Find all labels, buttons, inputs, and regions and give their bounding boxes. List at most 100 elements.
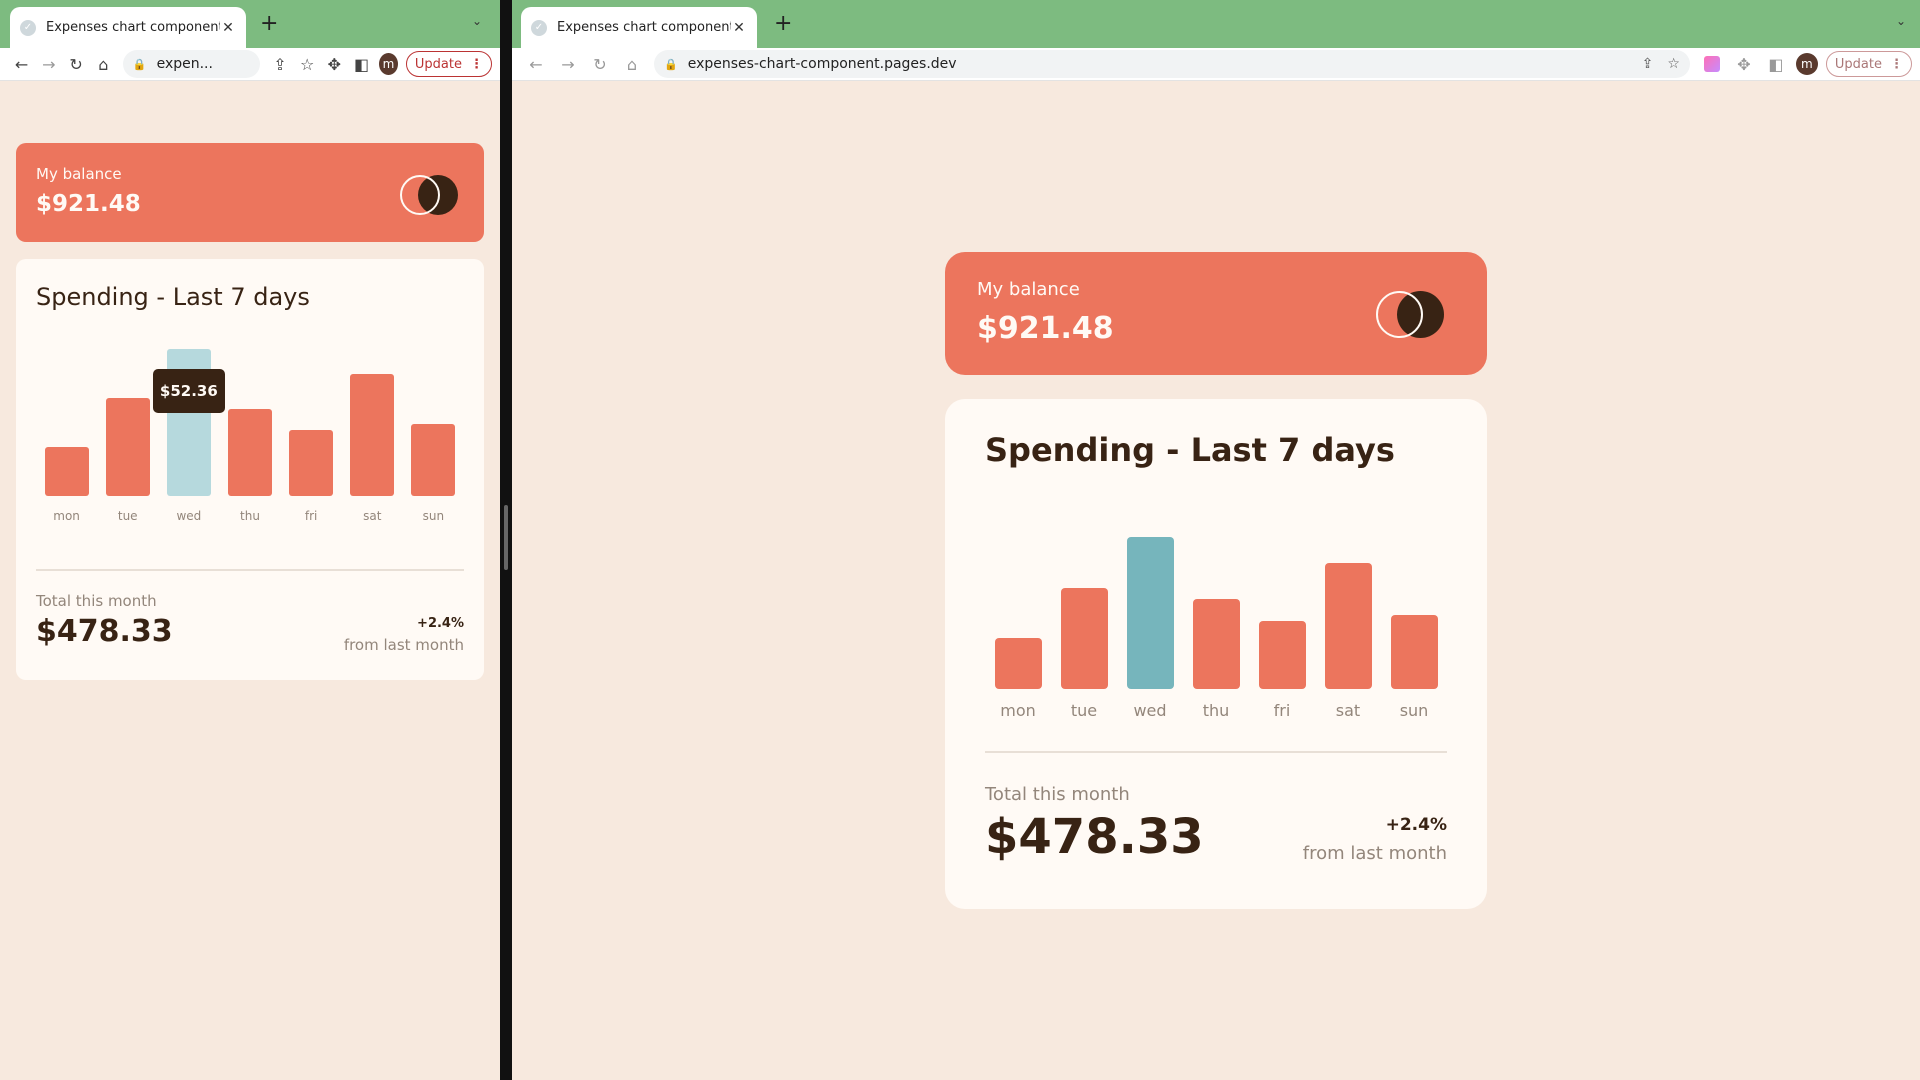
side-panel-icon[interactable]: ◧ <box>1760 50 1792 78</box>
new-tab-button[interactable]: + <box>260 10 278 38</box>
day-label-mon: mon <box>53 509 80 523</box>
bar-sat[interactable] <box>1324 563 1372 689</box>
resize-grip-icon[interactable] <box>504 505 508 570</box>
update-button[interactable]: Update ⋮ <box>1825 51 1912 77</box>
divider <box>36 569 464 571</box>
home-icon[interactable]: ⌂ <box>616 50 648 78</box>
browser-window-mobile: ✓ Expenses chart component ✕ + ⌄ ← → ↻ ⌂… <box>0 0 500 1080</box>
balance-label: My balance <box>36 165 122 183</box>
forward-icon[interactable]: → <box>552 50 584 78</box>
browser-toolbar: ← → ↻ ⌂ 🔒 expen... ⇪ ☆ ✥ ◧ m Update ⋮ <box>0 48 500 81</box>
tab-title: Expenses chart component <box>46 20 220 35</box>
bar-tue[interactable] <box>1060 588 1108 689</box>
tab-search-icon[interactable]: ⌄ <box>1896 14 1906 28</box>
bar-thu[interactable] <box>1192 599 1240 689</box>
menu-dots-icon: ⋮ <box>469 56 483 72</box>
logo-outline-circle <box>1376 291 1423 338</box>
bar-thu[interactable] <box>228 409 272 496</box>
update-button[interactable]: Update ⋮ <box>405 51 492 77</box>
bar-mon[interactable] <box>994 638 1042 689</box>
update-label: Update <box>1834 56 1882 72</box>
share-icon[interactable]: ⇪ <box>266 50 293 78</box>
day-label-sun: sun <box>422 509 445 523</box>
day-label-mon: mon <box>1000 701 1036 720</box>
bar-tue[interactable] <box>105 398 150 496</box>
change-percent: +2.4% <box>417 616 464 631</box>
bar-tooltip: $52.36 <box>152 369 225 413</box>
day-label-tue: tue <box>117 509 138 523</box>
total-amount: $478.33 <box>36 614 173 649</box>
day-label-sat: sat <box>1335 701 1361 720</box>
bookmark-star-icon[interactable]: ☆ <box>1667 56 1680 72</box>
bar-sun[interactable] <box>1390 615 1438 689</box>
favicon-icon: ✓ <box>531 19 547 36</box>
reload-icon[interactable]: ↻ <box>62 50 89 78</box>
lock-icon: 🔒 <box>132 57 147 71</box>
day-label-thu: thu <box>1202 701 1230 720</box>
profile-avatar[interactable]: m <box>1795 53 1818 75</box>
extension-icon[interactable] <box>1696 50 1728 78</box>
change-label: from last month <box>1302 843 1447 864</box>
url-text: expenses-chart-component.pages.dev <box>687 56 957 72</box>
new-tab-button[interactable]: + <box>774 10 792 38</box>
close-tab-icon[interactable]: ✕ <box>731 20 747 36</box>
total-label: Total this month <box>985 784 1130 805</box>
back-icon[interactable]: ← <box>8 50 35 78</box>
browser-window-desktop: ✓ Expenses chart component ✕ + ⌄ ← → ↻ ⌂… <box>512 0 1920 1080</box>
home-icon[interactable]: ⌂ <box>90 50 117 78</box>
spending-card: Spending - Last 7 days mon tue wed thu fri sa… <box>945 399 1487 909</box>
window-divider[interactable] <box>500 0 512 1080</box>
day-label-sat: sat <box>363 509 382 523</box>
bar-sun[interactable] <box>411 424 456 496</box>
spending-title: Spending - Last 7 days <box>36 283 310 311</box>
logo-outline-circle <box>400 175 440 215</box>
day-label-fri: fri <box>1273 701 1291 720</box>
spending-chart: mon tue wed $52.36 thu fri sat sun <box>36 349 464 523</box>
tab-title: Expenses chart component <box>557 20 731 35</box>
bookmark-star-icon[interactable]: ☆ <box>294 50 321 78</box>
lock-icon: 🔒 <box>664 57 678 71</box>
day-label-fri: fri <box>304 509 318 523</box>
bar-mon[interactable] <box>44 447 89 496</box>
day-label-wed: wed <box>1133 701 1167 720</box>
total-amount: $478.33 <box>985 809 1204 865</box>
balance-label: My balance <box>977 279 1080 300</box>
browser-toolbar: ← → ↻ ⌂ 🔒 expenses-chart-component.pages… <box>512 48 1920 81</box>
tab-search-icon[interactable]: ⌄ <box>472 14 482 28</box>
balance-amount: $921.48 <box>36 191 141 217</box>
spending-title: Spending - Last 7 days <box>985 431 1395 469</box>
total-label: Total this month <box>36 592 157 610</box>
url-text: expen... <box>156 56 213 72</box>
bar-wed[interactable] <box>1126 537 1174 689</box>
back-icon[interactable]: ← <box>520 50 552 78</box>
address-bar[interactable]: 🔒 expen... <box>122 50 261 78</box>
extensions-icon[interactable]: ✥ <box>321 50 348 78</box>
balance-amount: $921.48 <box>977 311 1114 346</box>
day-label-thu: thu <box>240 509 260 523</box>
browser-tab[interactable]: ✓ Expenses chart component ✕ <box>10 7 246 48</box>
change-label: from last month <box>343 636 464 654</box>
favicon-icon: ✓ <box>20 19 36 36</box>
spending-chart: mon tue wed thu fri sat sun <box>985 537 1447 720</box>
divider <box>985 751 1447 753</box>
day-label-tue: tue <box>1070 701 1098 720</box>
close-tab-icon[interactable]: ✕ <box>220 20 236 36</box>
extensions-icon[interactable]: ✥ <box>1728 50 1760 78</box>
tab-strip: ✓ Expenses chart component ✕ + ⌄ <box>0 0 500 48</box>
menu-dots-icon: ⋮ <box>1890 56 1903 72</box>
tab-strip: ✓ Expenses chart component ✕ + ⌄ <box>512 0 1920 48</box>
profile-avatar[interactable]: m <box>379 53 398 75</box>
bar-fri[interactable] <box>1258 621 1306 689</box>
update-label: Update <box>414 56 462 72</box>
share-icon[interactable]: ⇪ <box>1642 56 1654 72</box>
change-percent: +2.4% <box>1385 815 1447 835</box>
bar-fri[interactable] <box>289 430 334 496</box>
reload-icon[interactable]: ↻ <box>584 50 616 78</box>
side-panel-icon[interactable]: ◧ <box>348 50 375 78</box>
spending-card: Spending - Last 7 days mon tue wed $52.36 th… <box>16 259 484 680</box>
browser-tab[interactable]: ✓ Expenses chart component ✕ <box>521 7 757 48</box>
day-label-wed: wed <box>176 509 202 523</box>
address-bar[interactable]: 🔒 expenses-chart-component.pages.dev ⇪ ☆ <box>654 50 1690 78</box>
forward-icon[interactable]: → <box>35 50 62 78</box>
bar-sat[interactable] <box>350 374 395 496</box>
